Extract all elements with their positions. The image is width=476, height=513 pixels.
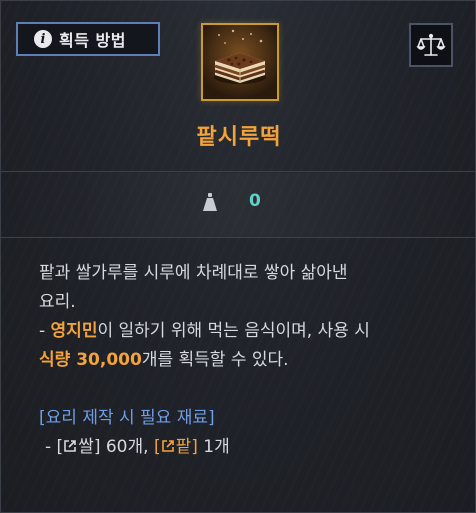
req-text: ] (191, 437, 198, 457)
requirements-title: [요리 제작 시 필요 재료] (39, 408, 215, 428)
material-link-red-bean[interactable]: [ 팥] (154, 437, 198, 457)
item-name: 팥시루떡 (196, 125, 282, 150)
req-text: - [ (45, 437, 64, 457)
req-text: [ (153, 437, 161, 457)
material-name: 쌀 (78, 437, 94, 457)
divider (1, 171, 476, 172)
acquire-method-label: 획득 방법 (59, 31, 126, 50)
description-text: 개를 획득할 수 있다. (141, 350, 289, 370)
item-description: 팥과 쌀가루를 시루에 차례대로 쌓아 삶아낸 요리. - 영지민이 일하기 위… (39, 259, 449, 462)
description-text: - (39, 321, 51, 341)
weight-icon (203, 193, 217, 211)
highlight-keyword: 식량 30,000 (39, 350, 142, 370)
item-image (201, 23, 279, 101)
req-text: ] 60개, (93, 437, 154, 457)
highlight-keyword: 영지민 (50, 321, 98, 341)
external-link-icon (161, 440, 174, 452)
requirements-line: - [ 쌀] 60개, [ 팥] 1개 (39, 433, 449, 462)
info-icon: i (34, 30, 52, 48)
compare-button[interactable] (409, 23, 453, 67)
description-line: 요리. (39, 292, 76, 312)
item-tooltip-panel: i 획득 방법 팥시루떡 0 팥과 쌀가루를 시루에 차례대로 쌓아 삶아낸 요… (0, 0, 476, 513)
rice-cake-icon (203, 25, 277, 99)
description-line: 팥과 쌀가루를 시루에 차례대로 쌓아 삶아낸 (39, 263, 348, 283)
weight-value: 0 (249, 191, 261, 211)
scales-icon (416, 33, 446, 56)
acquire-method-button[interactable]: i 획득 방법 (16, 22, 160, 56)
description-line: - 영지민이 일하기 위해 먹는 음식이며, 사용 시 (39, 317, 449, 346)
material-link-rice[interactable]: 쌀 (63, 437, 94, 457)
description-line: 식량 30,000개를 획득할 수 있다. (39, 346, 449, 375)
material-name: 팥 (175, 437, 192, 457)
weight-row (1, 173, 476, 237)
divider (1, 237, 476, 238)
external-link-icon (64, 440, 76, 452)
req-text: 1개 (197, 437, 230, 457)
description-text: 이 일하기 위해 먹는 음식이며, 사용 시 (97, 321, 370, 341)
